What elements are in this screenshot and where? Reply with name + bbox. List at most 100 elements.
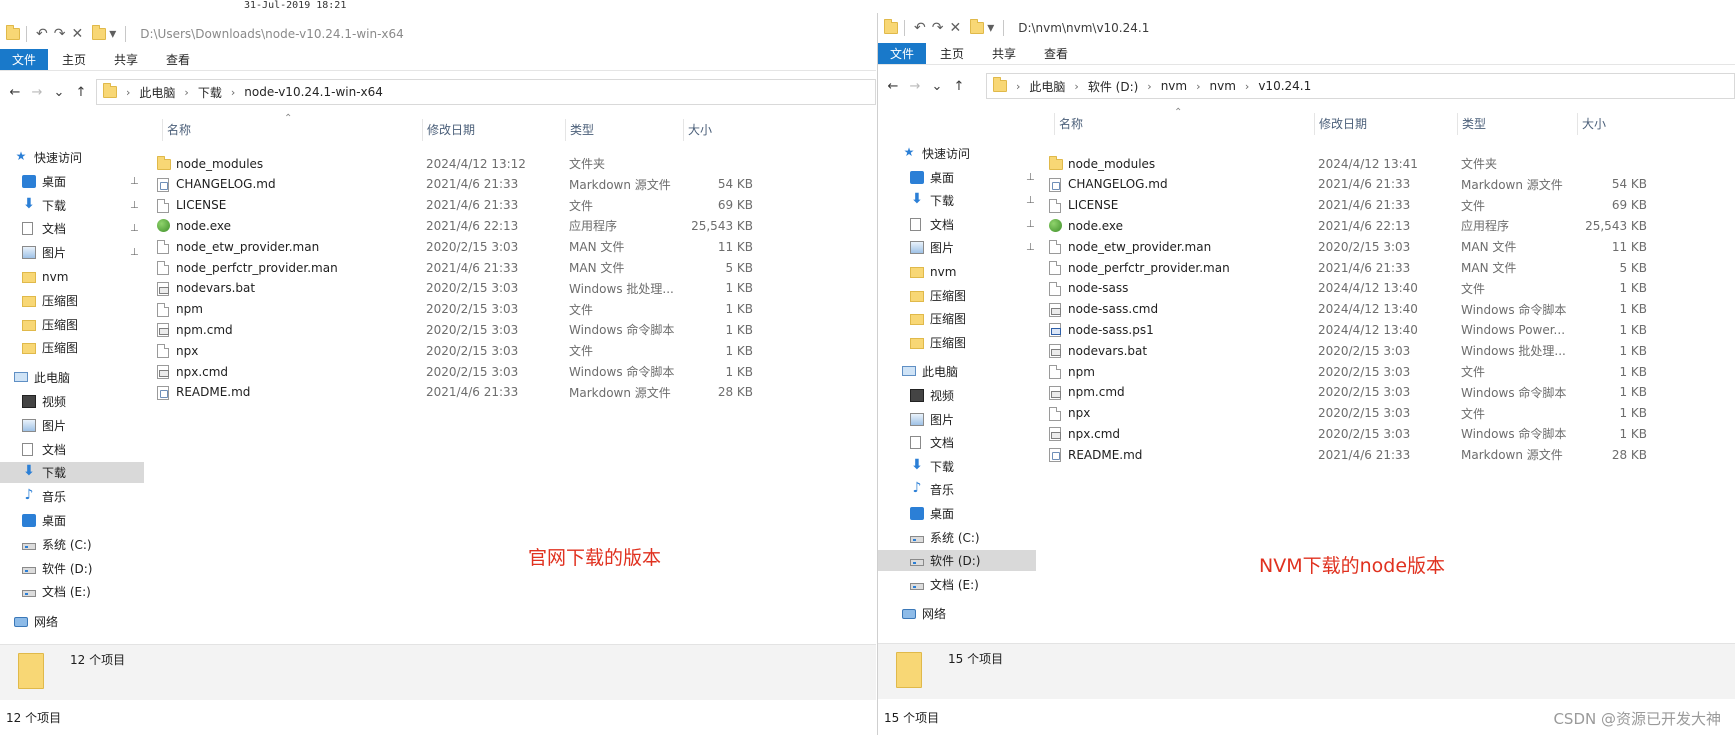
file-row[interactable]: LICENSE 2021/4/6 21:33 文件 69 KB [0, 195, 763, 216]
tab-home[interactable]: 主页 [926, 43, 978, 64]
up-icon[interactable]: ↑ [70, 85, 92, 100]
nav-item[interactable]: ♪ 音乐 [0, 486, 144, 507]
back-icon[interactable]: ← [882, 79, 904, 94]
file-row[interactable]: npm.cmd 2020/2/15 3:03 Windows 命令脚本 1 KB [878, 382, 1657, 403]
nav-item[interactable]: 系统 (C:) [878, 527, 1036, 548]
file-row[interactable]: CHANGELOG.md 2021/4/6 21:33 Markdown 源文件 54… [0, 174, 763, 195]
nav-item[interactable]: 文档 (E:) [0, 581, 144, 602]
recent-locations-icon[interactable]: ⌄ [48, 85, 70, 100]
new-folder-icon[interactable] [970, 19, 985, 34]
file-row[interactable]: node_perfctr_provider.man 2021/4/6 21:33 M… [878, 257, 1657, 278]
file-row[interactable]: node_modules 2024/4/12 13:12 文件夹 [0, 153, 763, 174]
forward-icon[interactable]: → [26, 85, 48, 100]
file-row[interactable]: npx.cmd 2020/2/15 3:03 Windows 命令脚本 1 KB [0, 361, 763, 382]
file-type: 文件 [1461, 198, 1486, 213]
tab-home[interactable]: 主页 [48, 49, 100, 70]
nav-item[interactable]: 网络 [878, 603, 1036, 624]
nav-item[interactable]: 软件 (D:) [0, 558, 144, 579]
file-row[interactable]: npm.cmd 2020/2/15 3:03 Windows 命令脚本 1 KB [0, 319, 763, 340]
column-header-date[interactable]: 修改日期 [422, 119, 565, 141]
nav-item[interactable]: ♪ 音乐 [878, 479, 1036, 500]
breadcrumb-item[interactable]: node-v10.24.1-win-x64 [244, 85, 383, 99]
script-file-icon [1049, 385, 1061, 400]
file-row[interactable]: node_modules 2024/4/12 13:41 文件夹 [878, 153, 1657, 174]
file-row[interactable]: node.exe 2021/4/6 22:13 应用程序 25,543 KB [878, 215, 1657, 236]
nav-item[interactable]: 桌面 [878, 503, 1036, 524]
undo-icon[interactable]: ↶ [914, 20, 926, 36]
breadcrumb-item[interactable]: nvm [1210, 79, 1236, 93]
file-type: MAN 文件 [1461, 240, 1517, 255]
file-row[interactable]: nodevars.bat 2020/2/15 3:03 Windows 批处理...… [878, 340, 1657, 361]
nav-item[interactable]: 文档 (E:) [878, 574, 1036, 595]
tab-view[interactable]: 查看 [1030, 43, 1082, 64]
nav-item[interactable]: 文档 [0, 439, 144, 460]
file-row[interactable]: nodevars.bat 2020/2/15 3:03 Windows 批处理...… [0, 278, 763, 299]
file-row[interactable]: npm 2020/2/15 3:03 文件 1 KB [0, 299, 763, 320]
tab-share[interactable]: 共享 [100, 49, 152, 70]
file-row[interactable]: node-sass 2024/4/12 13:40 文件 1 KB [878, 278, 1657, 299]
breadcrumb-item[interactable]: v10.24.1 [1258, 79, 1311, 93]
file-row[interactable]: node-sass.cmd 2024/4/12 13:40 Windows 命令脚本… [878, 299, 1657, 320]
redo-icon[interactable]: ↷ [54, 26, 66, 42]
file-size: 1 KB [725, 343, 753, 358]
file-row[interactable]: node_perfctr_provider.man 2021/4/6 21:33 M… [0, 257, 763, 278]
nav-item[interactable]: 系统 (C:) [0, 534, 144, 555]
tab-view[interactable]: 查看 [152, 49, 204, 70]
delete-icon[interactable]: ✕ [71, 26, 83, 42]
file-row[interactable]: node-sass.ps1 2024/4/12 13:40 Windows Powe… [878, 319, 1657, 340]
column-header-name[interactable]: 名称 [162, 119, 422, 141]
nav-item[interactable]: 图片 [0, 415, 144, 436]
file-row[interactable]: node_etw_provider.man 2020/2/15 3:03 MAN 文… [0, 236, 763, 257]
file-row[interactable]: node.exe 2021/4/6 22:13 应用程序 25,543 KB [0, 215, 763, 236]
file-type: Windows 命令脚本 [569, 323, 675, 338]
tab-share[interactable]: 共享 [978, 43, 1030, 64]
file-date: 2020/2/15 3:03 [1318, 343, 1411, 358]
file-date: 2021/4/6 21:33 [426, 198, 519, 213]
file-row[interactable]: npm 2020/2/15 3:03 文件 1 KB [878, 361, 1657, 382]
nav-item[interactable]: 软件 (D:) [878, 550, 1036, 572]
back-icon[interactable]: ← [4, 85, 26, 100]
documents-icon [22, 442, 33, 456]
file-row[interactable]: README.md 2021/4/6 21:33 Markdown 源文件 28 KB [0, 382, 763, 403]
column-header-type[interactable]: 类型 [565, 119, 683, 141]
file-icon [1049, 261, 1061, 275]
nav-item[interactable]: ⬇ 下载 [0, 462, 144, 484]
file-row[interactable]: npx.cmd 2020/2/15 3:03 Windows 命令脚本 1 KB [878, 423, 1657, 444]
new-folder-icon[interactable] [92, 25, 107, 40]
tab-file[interactable]: 文件 [0, 49, 49, 70]
file-row[interactable]: LICENSE 2021/4/6 21:33 文件 69 KB [878, 195, 1657, 216]
nav-item[interactable]: 网络 [0, 611, 144, 632]
file-date: 2020/2/15 3:03 [1318, 239, 1411, 254]
undo-icon[interactable]: ↶ [36, 26, 48, 42]
column-header-size[interactable]: 大小 [1577, 113, 1653, 135]
file-row[interactable]: npx 2020/2/15 3:03 文件 1 KB [878, 403, 1657, 424]
file-icon [157, 344, 169, 359]
address-bar[interactable]: › 此电脑 › 下载 › node-v10.24.1-win-x64 [96, 79, 876, 105]
file-size: 28 KB [717, 385, 753, 400]
address-bar[interactable]: › 此电脑 › 软件 (D:) › nvm › nvm › v10.24.1 [986, 73, 1735, 99]
customize-dropdown-icon[interactable]: ▾ [987, 20, 994, 36]
breadcrumb-item[interactable]: 此电脑 [139, 84, 175, 101]
recent-locations-icon[interactable]: ⌄ [926, 79, 948, 94]
column-header-size[interactable]: 大小 [683, 119, 759, 141]
nav-item-label: 系统 (C:) [42, 537, 92, 552]
forward-icon[interactable]: → [904, 79, 926, 94]
chevron-icon: › [126, 85, 131, 99]
file-row[interactable]: CHANGELOG.md 2021/4/6 21:33 Markdown 源文件 54… [878, 174, 1657, 195]
delete-icon[interactable]: ✕ [949, 20, 961, 36]
column-header-name[interactable]: 名称 [1054, 113, 1314, 135]
column-header-type[interactable]: 类型 [1457, 113, 1577, 135]
file-row[interactable]: npx 2020/2/15 3:03 文件 1 KB [0, 340, 763, 361]
breadcrumb-item[interactable]: nvm [1161, 79, 1187, 93]
tab-file[interactable]: 文件 [878, 43, 927, 64]
redo-icon[interactable]: ↷ [932, 20, 944, 36]
breadcrumb-item[interactable]: 此电脑 [1029, 78, 1065, 95]
breadcrumb-item[interactable]: 软件 (D:) [1088, 78, 1138, 95]
up-icon[interactable]: ↑ [948, 79, 970, 94]
file-row[interactable]: README.md 2021/4/6 21:33 Markdown 源文件 28 KB [878, 444, 1657, 465]
file-row[interactable]: node_etw_provider.man 2020/2/15 3:03 MAN 文… [878, 236, 1657, 257]
nav-item[interactable]: 桌面 [0, 510, 144, 531]
breadcrumb-item[interactable]: 下载 [198, 84, 222, 101]
column-header-date[interactable]: 修改日期 [1314, 113, 1457, 135]
customize-dropdown-icon[interactable]: ▾ [109, 26, 116, 42]
